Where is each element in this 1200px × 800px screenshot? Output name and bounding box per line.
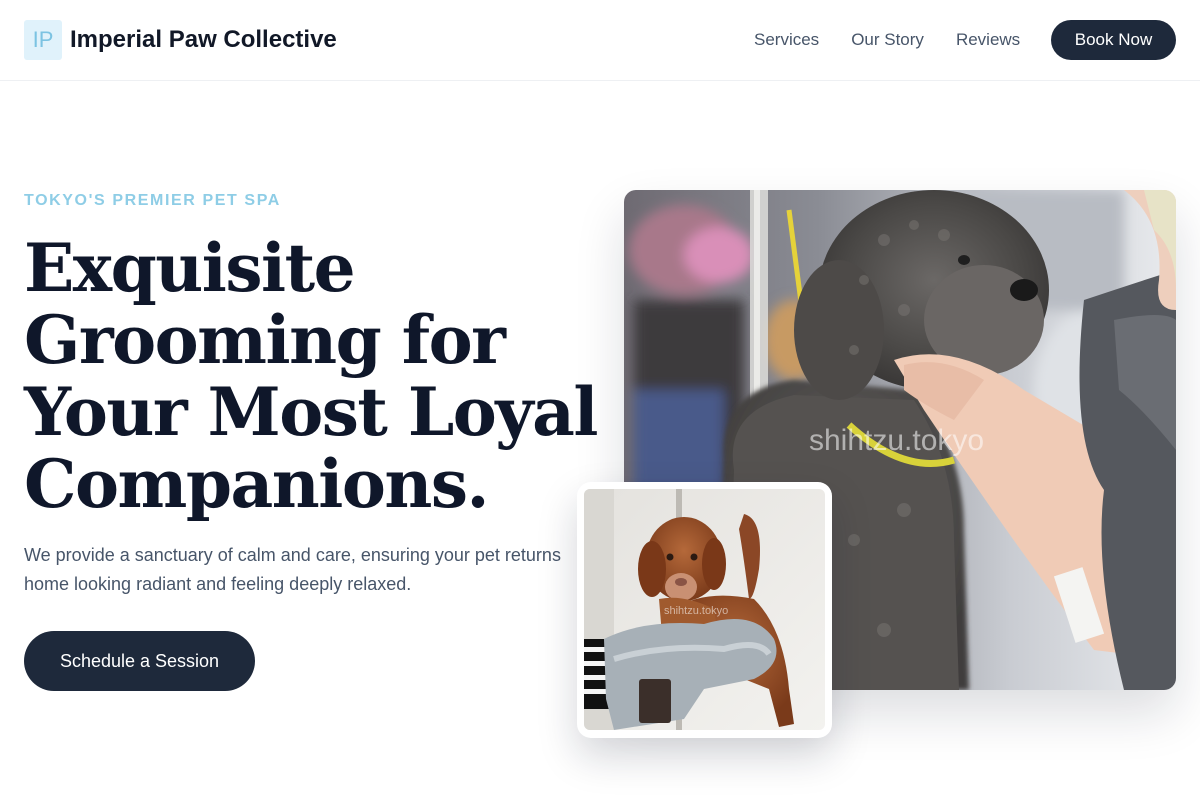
headline-line: Companions. — [24, 445, 490, 523]
brand-name[interactable]: Imperial Paw Collective — [70, 24, 337, 56]
hero-subtext: We provide a sanctuary of calm and care,… — [24, 545, 561, 594]
hero-eyebrow: TOKYO'S PREMIER PET SPA — [24, 192, 281, 209]
book-now-button[interactable]: Book Now — [1051, 20, 1176, 60]
main-photo-watermark: shihtzu.tokyo — [809, 424, 984, 457]
hero-headline: Exquisite Grooming for Your Most Loyal C… — [24, 229, 598, 523]
inset-photo: shihtzu.tokyo — [584, 489, 825, 730]
inset-photo-watermark: shihtzu.tokyo — [664, 605, 728, 617]
headline-line: Grooming for — [24, 301, 506, 379]
main-nav: Services Our Story Reviews — [754, 28, 1020, 52]
nav-link-our-story[interactable]: Our Story — [851, 28, 924, 52]
inset-photo-card: shihtzu.tokyo — [577, 482, 832, 738]
logo-icon[interactable]: IP — [24, 20, 62, 60]
headline-line: Exquisite — [24, 229, 356, 307]
headline-line: Your Most Loyal — [24, 373, 598, 451]
brown-dog-image: shihtzu.tokyo — [584, 489, 825, 730]
nav-link-reviews[interactable]: Reviews — [956, 28, 1020, 52]
top-navbar: IP Imperial Paw Collective Services Our … — [0, 0, 1200, 81]
nav-link-services[interactable]: Services — [754, 28, 819, 52]
schedule-session-button[interactable]: Schedule a Session — [24, 631, 255, 691]
